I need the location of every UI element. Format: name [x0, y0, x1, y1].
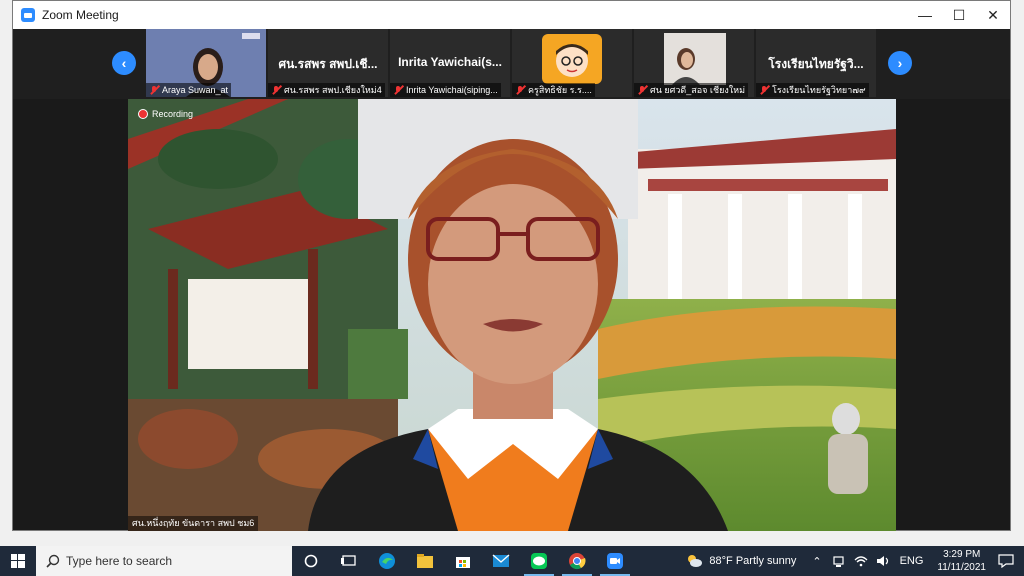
- notifications-icon[interactable]: [998, 554, 1014, 568]
- recording-label: Recording: [152, 109, 194, 119]
- input-language[interactable]: ENG: [900, 555, 924, 567]
- participant-label: ครูสิทธิชัย ร.ร....: [512, 83, 595, 97]
- minimize-button[interactable]: —: [908, 1, 942, 29]
- taskbar: Type here to search 88°F Partly sunny ⌃ …: [0, 546, 1024, 576]
- search-placeholder: Type here to search: [66, 554, 173, 568]
- task-view-icon[interactable]: [330, 546, 368, 576]
- previous-page-button[interactable]: ‹: [112, 51, 136, 75]
- speaker-video-frame: [128, 99, 896, 531]
- mic-muted-icon: [393, 85, 403, 95]
- title-bar[interactable]: Zoom Meeting — ☐ ✕: [13, 1, 1010, 29]
- close-button[interactable]: ✕: [976, 1, 1010, 29]
- maximize-button[interactable]: ☐: [942, 1, 976, 29]
- cortana-icon[interactable]: [292, 546, 330, 576]
- store-icon[interactable]: [444, 546, 482, 576]
- chrome-icon[interactable]: [558, 546, 596, 576]
- recording-indicator: Recording: [138, 109, 193, 119]
- weather-text[interactable]: 88°F Partly sunny: [709, 555, 796, 567]
- participant-label: Inrita Yawichai(siping...: [390, 83, 501, 97]
- participant-label: ศน ยศวดี_สอจ เชียงใหม่: [634, 83, 749, 97]
- mail-icon[interactable]: [482, 546, 520, 576]
- line-app-icon[interactable]: [520, 546, 558, 576]
- participant-label: Araya Suwan_at: [146, 83, 232, 97]
- search-icon: [46, 554, 60, 568]
- participant-strip: ‹ Araya Suwan_at ศน.รสพร สพป.เชี... ศน.ร…: [13, 29, 1010, 99]
- start-button[interactable]: [0, 546, 36, 576]
- mic-muted-icon: [515, 85, 525, 95]
- file-explorer-icon[interactable]: [406, 546, 444, 576]
- zoom-taskbar-icon[interactable]: [596, 546, 634, 576]
- clock[interactable]: 3:29 PM 11/11/2021: [937, 548, 986, 574]
- next-page-button[interactable]: ›: [888, 51, 912, 75]
- participant-tile[interactable]: Inrita Yawichai(s... Inrita Yawichai(sip…: [390, 29, 510, 97]
- mic-muted-icon: [759, 85, 769, 95]
- participant-tile[interactable]: โรงเรียนไทยรัฐวิ... โรงเรียนไทยรัฐวิทยา๗…: [756, 29, 876, 97]
- taskbar-search-box[interactable]: Type here to search: [36, 546, 292, 576]
- wifi-icon[interactable]: [854, 554, 868, 568]
- weather-partly-sunny-icon[interactable]: [685, 553, 703, 569]
- clock-time: 3:29 PM: [943, 549, 981, 560]
- active-speaker-video: Recording ศน.หนึ่งฤทัย ขันดารา สพป ชม6: [128, 99, 896, 531]
- window-title: Zoom Meeting: [42, 8, 119, 22]
- zoom-window: Zoom Meeting — ☐ ✕ ‹ Araya Suwan_at ศน.ร…: [12, 0, 1011, 531]
- participant-tile[interactable]: ครูสิทธิชัย ร.ร....: [512, 29, 632, 97]
- desktop-edge: [0, 0, 12, 531]
- mic-muted-icon: [637, 85, 647, 95]
- edge-browser-icon[interactable]: [368, 546, 406, 576]
- participant-tile[interactable]: Araya Suwan_at: [146, 29, 266, 97]
- recording-dot-icon: [138, 109, 148, 119]
- clock-date: 11/11/2021: [937, 562, 986, 573]
- system-tray: 88°F Partly sunny ⌃ ENG 3:29 PM 11/11/20…: [685, 546, 1024, 576]
- chevron-up-icon[interactable]: ⌃: [812, 555, 821, 568]
- participant-tile[interactable]: ศน ยศวดี_สอจ เชียงใหม่: [634, 29, 754, 97]
- participant-label: ศน.รสพร สพป.เชียงใหม่4: [268, 83, 385, 97]
- participant-tile[interactable]: ศน.รสพร สพป.เชี... ศน.รสพร สพป.เชียงใหม่…: [268, 29, 388, 97]
- speaker-name-label: ศน.หนึ่งฤทัย ขันดารา สพป ชม6: [128, 516, 259, 531]
- volume-icon[interactable]: [876, 554, 890, 568]
- mic-muted-icon: [271, 85, 281, 95]
- mic-muted-icon: [149, 85, 159, 95]
- participant-name-display: ศน.รสพร สพป.เชี...: [278, 57, 378, 71]
- participant-label: โรงเรียนไทยรัฐวิทยา๗๙: [756, 83, 869, 97]
- participant-name-display: Inrita Yawichai(s...: [398, 55, 502, 69]
- zoom-app-icon: [21, 8, 35, 22]
- network-icon[interactable]: [832, 554, 846, 568]
- participant-name-display: โรงเรียนไทยรัฐวิ...: [768, 57, 864, 71]
- windows-logo-icon: [11, 554, 25, 568]
